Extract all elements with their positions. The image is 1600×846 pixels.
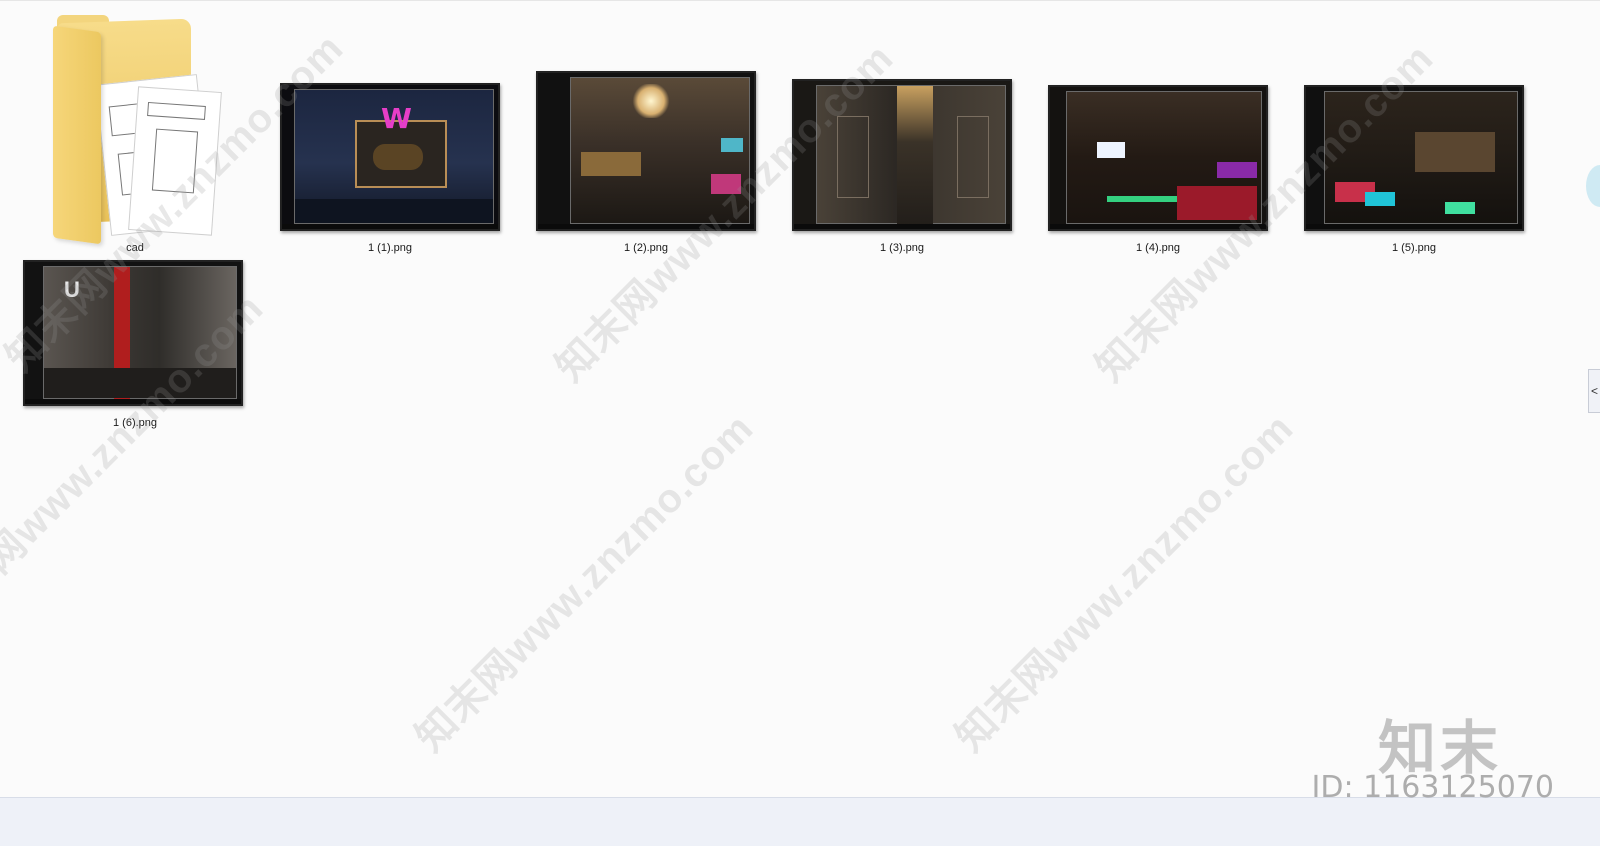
side-indicator	[1586, 165, 1600, 207]
watermark-text: 知末网www.znzmo.com	[947, 405, 1302, 760]
image-thumbnail	[792, 79, 1012, 231]
file-item-image[interactable]: 1 (3).png	[782, 7, 1022, 254]
watermark-text: 知末网www.znzmo.com	[407, 405, 762, 760]
image-thumbnail	[1048, 85, 1268, 231]
file-name-label: 1 (1).png	[367, 242, 413, 254]
file-item-image[interactable]: 1 (5).png	[1294, 7, 1534, 254]
file-explorer-view: cad W 1 (1).png 1 (2).png 1 (3).png 1 (4…	[0, 0, 1600, 797]
file-item-image[interactable]: W 1 (1).png	[270, 7, 510, 254]
file-item-image[interactable]: 1 (4).png	[1038, 7, 1278, 254]
image-thumbnail: U B	[23, 260, 243, 406]
file-name-label: 1 (3).png	[879, 242, 925, 254]
file-item-image[interactable]: 1 (2).png	[526, 7, 766, 254]
asset-id-label: ID: 1163125070	[1311, 770, 1554, 805]
image-thumbnail	[1304, 85, 1524, 231]
side-panel-toggle[interactable]: <	[1588, 369, 1600, 413]
file-name-label: 1 (4).png	[1135, 242, 1181, 254]
file-item-image[interactable]: U B 1 (6).png	[15, 182, 255, 429]
image-thumbnail: W	[280, 83, 500, 231]
file-name-label: 1 (2).png	[623, 242, 669, 254]
file-name-label: 1 (5).png	[1391, 242, 1437, 254]
file-name-label: 1 (6).png	[112, 417, 158, 429]
image-thumbnail	[536, 71, 756, 231]
